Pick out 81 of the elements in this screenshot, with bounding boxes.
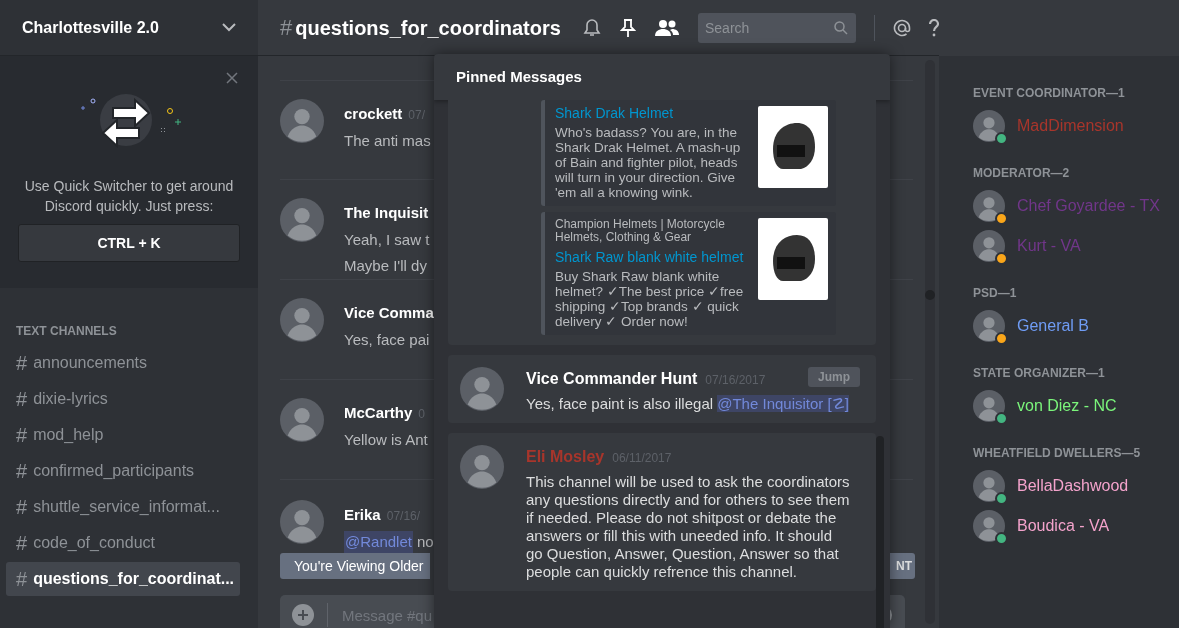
older-messages-banner: You're Viewing Older	[280, 553, 430, 579]
member-name[interactable]: General B	[1017, 314, 1090, 338]
avatar-icon[interactable]	[973, 390, 1005, 422]
role-heading: WHEATFIELD DWELLERS—5	[973, 446, 1142, 460]
avatar-icon[interactable]	[460, 367, 504, 411]
popup-title: Pinned Messages	[456, 66, 582, 87]
member-name[interactable]: von Diez - NC	[1017, 394, 1117, 418]
mention-icon[interactable]	[893, 18, 911, 37]
channel-item[interactable]: # announcements	[6, 346, 240, 380]
embed-description: Who's badass? You are, in the Shark Drak Helmet. A mash-up of Bain and fighter pilot, heads will turn in your direction. Give 'em all a knowing wink.	[555, 125, 742, 200]
channel-item[interactable]: # dixie-lyrics	[6, 382, 240, 416]
hash-icon: #	[16, 528, 28, 558]
message-text: The anti mas	[344, 130, 431, 151]
embed-title-link[interactable]: Shark Drak Helmet	[555, 106, 750, 121]
avatar-icon[interactable]	[280, 99, 324, 143]
mention-link[interactable]: @The Inquisitor [☡]	[717, 395, 849, 412]
avatar-icon[interactable]	[973, 310, 1005, 342]
help-icon[interactable]	[929, 18, 939, 37]
hash-icon: #	[16, 420, 28, 450]
hash-icon: #	[16, 564, 28, 594]
scrollbar-track[interactable]	[925, 60, 935, 624]
quick-switcher-hint: Use Quick Switcher to get around Discord quickly. Just press:	[23, 177, 235, 216]
avatar-icon[interactable]	[973, 110, 1005, 142]
scroll-handle[interactable]	[925, 290, 935, 300]
author-name[interactable]: The Inquisit	[344, 202, 429, 225]
pin-icon[interactable]	[620, 17, 636, 38]
message-text: no	[416, 531, 434, 552]
hash-icon: #	[16, 348, 28, 378]
channel-item[interactable]: # questions_for_coordinat...	[6, 562, 240, 596]
channel-item[interactable]: # code_of_conduct	[6, 526, 240, 560]
jump-to-present-button[interactable]: NT	[889, 553, 915, 579]
member-name[interactable]: BellaDashwood	[1017, 474, 1129, 498]
channel-item[interactable]: # shuttle_service_informat...	[6, 490, 240, 524]
avatar-icon[interactable]	[973, 470, 1005, 502]
embed-description: Buy Shark Raw blank white helmet? ✓The best price ✓free shipping ✓Top brands ✓ quick delivery ✓ Order now!	[555, 269, 745, 329]
jump-button[interactable]: Jump	[808, 367, 860, 387]
hash-icon: #	[16, 492, 28, 522]
chevron-down-icon[interactable]	[222, 23, 236, 32]
member-name[interactable]: Boudica - VA	[1017, 514, 1110, 538]
channel-hash: #	[280, 14, 293, 42]
plus-icon[interactable]	[292, 604, 314, 626]
role-heading: EVENT COORDINATOR—1	[973, 86, 1126, 100]
role-heading: PSD—1	[973, 286, 1018, 300]
avatar-icon[interactable]	[280, 298, 324, 342]
avatar-icon[interactable]	[280, 398, 324, 442]
avatar-icon[interactable]	[280, 198, 324, 242]
search-icon	[834, 20, 848, 35]
server-name[interactable]: Charlottesville 2.0	[22, 15, 159, 40]
embed-title-link[interactable]: Shark Raw blank white helmet	[555, 250, 750, 265]
avatar-icon[interactable]	[460, 445, 504, 489]
author-name[interactable]: Vice Commander Hunt	[526, 367, 698, 391]
author-name[interactable]: Vice Comma	[344, 302, 434, 325]
avatar-icon[interactable]	[973, 190, 1005, 222]
message-text: Maybe I'll dy	[344, 256, 427, 276]
search-field[interactable]: Search	[698, 12, 856, 43]
message-text: This channel will be used to ask the coordinators any questions directly and for others to see them if needed. Please do not shitpost or debate the answers or fill this with uneeded info. It should go Question, Answer, Question, Answer so that people can quickly refrence this channel.	[526, 473, 851, 581]
members-icon[interactable]	[654, 18, 680, 37]
shortcut-button[interactable]: CTRL + K	[18, 224, 240, 262]
hash-icon: #	[16, 456, 28, 486]
popup-scroll-handle[interactable]	[876, 436, 884, 628]
mention-link[interactable]: @Randlet	[344, 530, 413, 553]
channel-item[interactable]: # mod_help	[6, 418, 240, 452]
close-icon[interactable]	[226, 72, 238, 84]
bell-icon[interactable]	[582, 17, 602, 38]
message-text: Yeah, I saw t	[344, 229, 430, 250]
avatar-icon[interactable]	[973, 230, 1005, 262]
author-name[interactable]: McCarthy	[344, 402, 413, 425]
avatar-icon[interactable]	[280, 500, 324, 544]
message-text: Yes, face pai	[344, 329, 430, 350]
channel-item[interactable]: # confirmed_participants	[6, 454, 240, 488]
message-text: Yellow is Ant	[344, 429, 428, 450]
message-text: Yes, face paint is also illegal @The Inquisitor [☡]	[526, 395, 850, 413]
avatar-icon[interactable]	[973, 510, 1005, 542]
hash-icon: #	[16, 384, 28, 414]
author-name[interactable]: Erika	[344, 504, 381, 527]
role-heading: STATE ORGANIZER—1	[973, 366, 1106, 380]
channel-title: questions_for_coordinators	[295, 15, 561, 41]
channel-category[interactable]: TEXT CHANNELS	[6, 322, 240, 340]
embed-provider: Champion Helmets | Motorcycle Helmets, Clothing & Gear	[555, 218, 726, 244]
author-name[interactable]: crockett	[344, 103, 403, 126]
role-heading: MODERATOR—2	[973, 166, 1071, 180]
